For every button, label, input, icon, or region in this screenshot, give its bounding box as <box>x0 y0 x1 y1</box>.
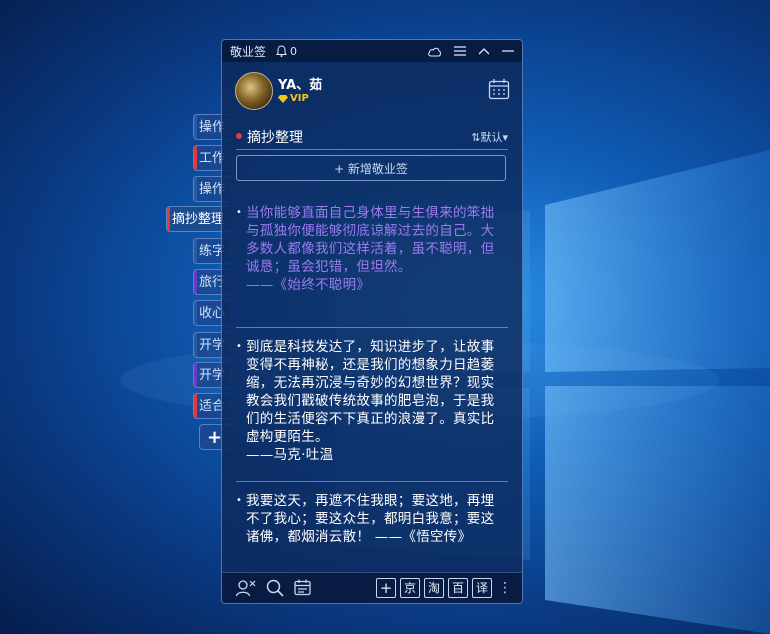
note-item[interactable]: • 当你能够直面自己身体里与生俱来的笨拙与孤独你便能够彻底谅解过去的自己。大多数… <box>236 204 506 294</box>
tab-color-mark <box>194 239 197 263</box>
divider <box>236 149 508 150</box>
more-options-icon[interactable]: ⋮ <box>498 580 512 596</box>
tab-color-mark <box>167 207 170 231</box>
sort-dropdown[interactable]: ⇅默认▾ <box>471 129 508 145</box>
note-text: 我要这天，再遮不住我眼；要这地，再埋不了我心；要这众生，都明白我意；要这诸佛，都… <box>246 493 495 545</box>
note-item[interactable]: • 到底是科技发达了，知识进步了，让故事变得不再神秘，还是我们的想象力日趋萎缩，… <box>236 338 506 464</box>
notification-count: 0 <box>290 44 298 58</box>
tab-color-mark <box>194 146 197 170</box>
translate-shortcut-button[interactable]: 译 <box>472 578 492 598</box>
title-bar: 敬业签 0 <box>222 40 522 62</box>
tab-color-mark <box>194 301 197 325</box>
category-name: 摘抄整理 <box>247 130 303 146</box>
tab-color-mark <box>194 394 197 418</box>
diamond-icon <box>278 94 288 103</box>
note-item[interactable]: • 我要这天，再遮不住我眼；要这地，再埋不了我心；要这众生，都明白我意；要这诸佛… <box>236 492 506 554</box>
tab-3[interactable]: 摘抄整理 <box>166 206 229 232</box>
calendar-icon[interactable] <box>488 78 510 100</box>
notification-area[interactable]: 0 <box>276 45 297 58</box>
note-bullet: • <box>236 341 243 352</box>
search-icon[interactable] <box>266 579 284 597</box>
tab-label: 摘抄整理 <box>172 212 225 227</box>
note-source: ——《始终不聪明》 <box>246 277 371 293</box>
note-text: 到底是科技发达了，知识进步了，让故事变得不再神秘，还是我们的想象力日趋萎缩，无法… <box>246 339 495 445</box>
baidu-shortcut-button[interactable]: 百 <box>448 578 468 598</box>
app-title: 敬业签 <box>230 44 267 59</box>
note-text: 当你能够直面自己身体里与生俱来的笨拙与孤独你便能够彻底谅解过去的自己。大多数人都… <box>246 205 495 275</box>
user-name: YA、茹 <box>278 78 323 93</box>
note-body: 我要这天，再遮不住我眼；要这地，再埋不了我心；要这众生，都明白我意；要这诸佛，都… <box>246 492 506 546</box>
cloud-sync-icon[interactable] <box>427 46 442 57</box>
minimize-icon[interactable] <box>502 46 514 56</box>
calendar-small-icon[interactable] <box>294 579 311 596</box>
tab-color-mark <box>194 177 197 201</box>
category-header: 摘抄整理 ⇅默认▾ <box>222 123 522 149</box>
note-bullet: • <box>236 207 243 218</box>
tab-color-mark <box>194 333 197 357</box>
avatar[interactable] <box>235 72 273 110</box>
tab-color-mark <box>194 363 197 387</box>
vip-label: VIP <box>290 93 309 104</box>
category-color-dot <box>236 133 242 139</box>
vip-badge: VIP <box>278 93 309 104</box>
user-profile: YA、茹 VIP <box>222 62 522 118</box>
add-tool-button[interactable]: + <box>376 578 396 598</box>
notes-panel: 敬业签 0 YA、茹 VIP 摘抄整理 ⇅默认▾ + 新增敬业签 • 当你能够直… <box>221 39 523 604</box>
bell-icon <box>276 45 287 57</box>
divider <box>236 327 508 328</box>
tab-color-mark <box>194 270 197 294</box>
divider <box>236 481 508 482</box>
note-source: ——马克·吐温 <box>246 447 334 463</box>
jd-shortcut-button[interactable]: 京 <box>400 578 420 598</box>
user-settings-icon[interactable] <box>236 579 256 597</box>
note-body: 到底是科技发达了，知识进步了，让故事变得不再神秘，还是我们的想象力日趋萎缩，无法… <box>246 338 506 464</box>
add-note-button[interactable]: + 新增敬业签 <box>236 155 506 181</box>
menu-icon[interactable] <box>454 46 466 56</box>
note-bullet: • <box>236 495 243 506</box>
collapse-icon[interactable] <box>478 46 490 56</box>
bottom-toolbar: + 京 淘 百 译 ⋮ <box>222 572 522 603</box>
taobao-shortcut-button[interactable]: 淘 <box>424 578 444 598</box>
note-body: 当你能够直面自己身体里与生俱来的笨拙与孤独你便能够彻底谅解过去的自己。大多数人都… <box>246 204 506 294</box>
sort-label: 默认 <box>480 131 503 144</box>
tab-color-mark <box>194 115 197 139</box>
